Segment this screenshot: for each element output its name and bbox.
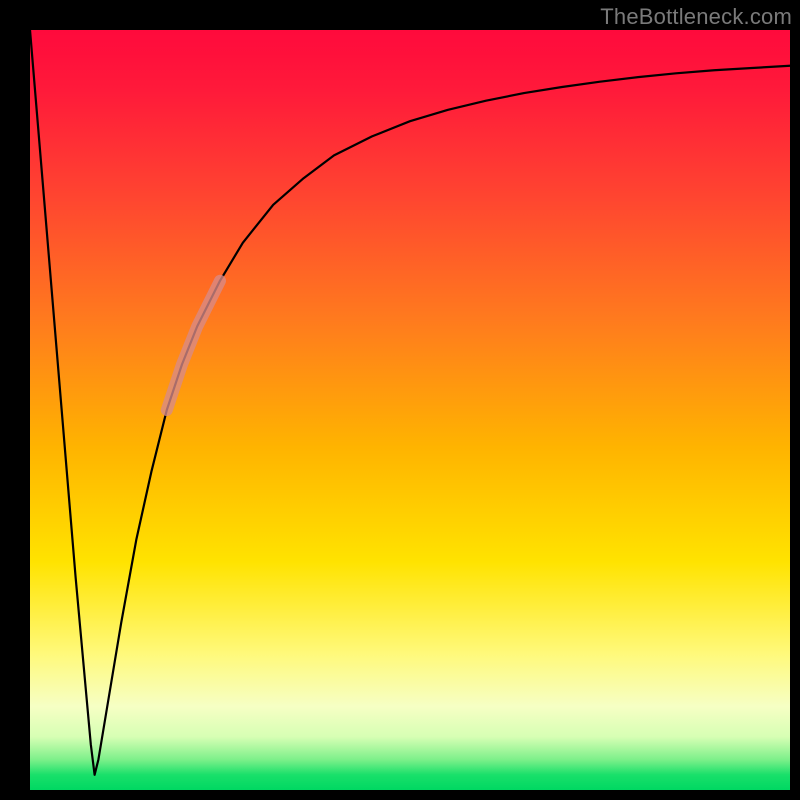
- plot-area: [30, 30, 790, 790]
- curve-svg: [30, 30, 790, 790]
- chart-frame: TheBottleneck.com: [0, 0, 800, 800]
- watermark-text: TheBottleneck.com: [600, 4, 792, 30]
- curve-highlight: [167, 281, 220, 410]
- bottleneck-curve: [30, 30, 790, 775]
